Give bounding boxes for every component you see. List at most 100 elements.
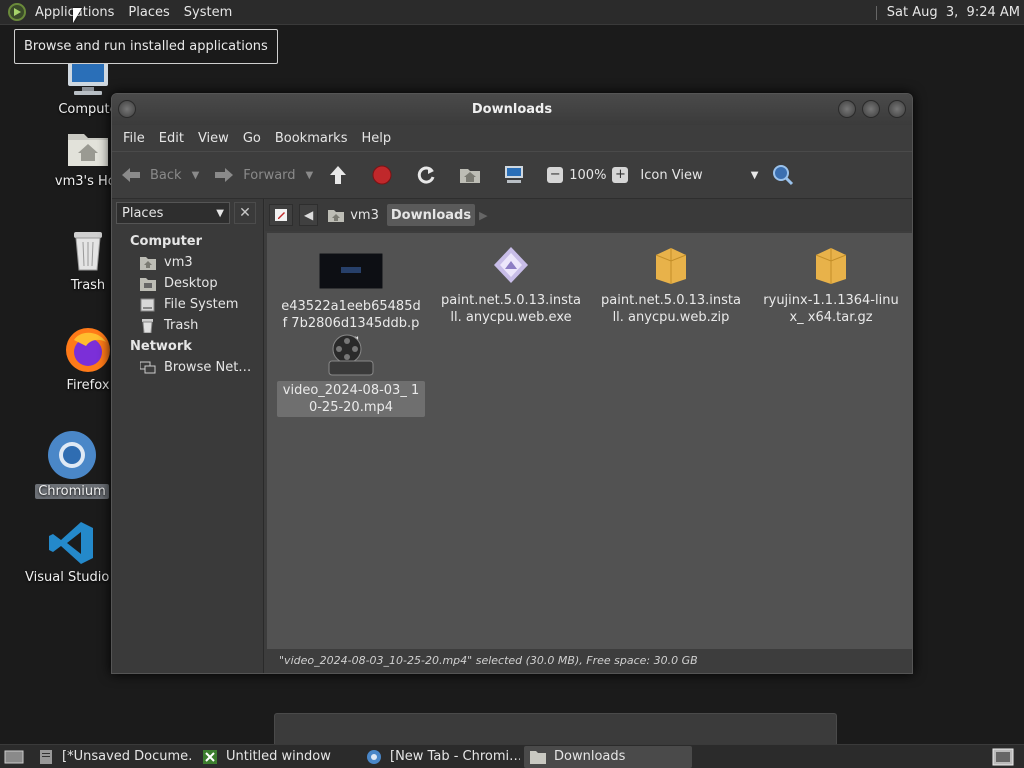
- computer-icon: [64, 58, 112, 98]
- trash-icon: [68, 228, 108, 274]
- menu-edit[interactable]: Edit: [152, 131, 191, 146]
- executable-file-icon: [437, 243, 585, 287]
- sidebar-item-desktop[interactable]: Desktop: [112, 273, 263, 294]
- network-icon: [139, 361, 156, 375]
- edit-pencil-icon: [275, 209, 287, 221]
- desktop-folder-icon: [140, 277, 156, 291]
- view-mode-select[interactable]: Icon View ▼: [640, 168, 758, 183]
- window-menubar: File Edit View Go Bookmarks Help: [112, 125, 912, 151]
- desktop-icon-label: Firefox: [66, 378, 110, 393]
- file-item[interactable]: ryujinx-1.1.1364-linux_ x64.tar.gz: [757, 243, 905, 327]
- file-item-selected[interactable]: video_2024-08-03_ 10-25-20.mp4: [277, 333, 425, 417]
- workspace-switcher[interactable]: [986, 746, 1020, 768]
- file-name: video_2024-08-03_ 10-25-20.mp4: [277, 381, 425, 417]
- sidebar-item-label: Trash: [164, 318, 199, 333]
- zoom-out-icon[interactable]: −: [547, 167, 564, 183]
- reload-button[interactable]: [415, 164, 445, 186]
- stop-icon: [371, 164, 393, 186]
- window-menu-button[interactable]: [118, 100, 136, 118]
- show-desktop-button[interactable]: [0, 746, 28, 768]
- zoom-control: − 100% +: [547, 167, 629, 183]
- task-label: [*Unsaved Docume…: [62, 749, 192, 764]
- path-scroll-left-button[interactable]: ◀: [299, 204, 319, 226]
- sidebar-view-value: Places: [122, 205, 164, 221]
- sidebar-item-label: Desktop: [164, 276, 218, 291]
- sidebar: Places ▼ ✕ Computer vm3 Desktop File Sys…: [112, 199, 264, 673]
- back-history-dropdown-icon[interactable]: ▼: [192, 170, 200, 181]
- sidebar-item-browse-network[interactable]: Browse Net…: [112, 357, 263, 378]
- chromium-icon: [47, 430, 97, 480]
- minimize-button[interactable]: [838, 100, 856, 118]
- home-folder-icon: [64, 128, 112, 170]
- forward-arrow-icon: [213, 164, 235, 186]
- path-bar: ◀ vm3 Downloads ▶: [265, 199, 912, 231]
- computer-icon: [503, 164, 525, 186]
- menu-places[interactable]: Places: [121, 0, 176, 25]
- firefox-icon: [64, 326, 112, 374]
- close-button[interactable]: [888, 100, 906, 118]
- sidebar-header: Places ▼ ✕: [112, 199, 263, 227]
- home-folder-icon: [140, 256, 156, 270]
- forward-button[interactable]: Forward ▼: [213, 164, 313, 186]
- home-button[interactable]: [459, 164, 489, 186]
- file-item[interactable]: paint.net.5.0.13.install. anycpu.web.zip: [597, 243, 745, 327]
- stop-button[interactable]: [371, 164, 401, 186]
- chromium-icon: [367, 749, 381, 764]
- sidebar-item-label: Browse Net…: [164, 360, 252, 375]
- chevron-left-icon: ◀: [304, 208, 314, 222]
- mouse-cursor-icon: [73, 8, 82, 23]
- path-scroll-right-icon[interactable]: ▶: [479, 209, 487, 222]
- desktop-icon-chromium[interactable]: Chromium: [22, 430, 122, 499]
- clock-separator: [875, 5, 877, 20]
- maximize-button[interactable]: [862, 100, 880, 118]
- desktop-icon-vscode[interactable]: Visual Studio Cc: [22, 520, 130, 585]
- sidebar-item-trash[interactable]: Trash: [112, 315, 263, 336]
- computer-button[interactable]: [503, 164, 533, 186]
- reload-icon: [415, 164, 437, 186]
- menu-system[interactable]: System: [177, 0, 239, 25]
- sidebar-close-button[interactable]: ✕: [234, 202, 256, 224]
- sidebar-item-label: File System: [164, 297, 239, 312]
- menu-go[interactable]: Go: [236, 131, 268, 146]
- window-titlebar[interactable]: Downloads: [112, 94, 912, 125]
- clock-area: Sat Aug 3, 9:24 AM: [875, 0, 1020, 25]
- breadcrumb-vm3[interactable]: vm3: [324, 204, 383, 226]
- bottom-shelf-panel: [274, 713, 837, 744]
- sidebar-item-label: vm3: [164, 255, 193, 270]
- menu-view[interactable]: View: [191, 131, 236, 146]
- search-button[interactable]: [772, 164, 802, 186]
- forward-history-dropdown-icon[interactable]: ▼: [306, 170, 314, 181]
- task-unsaved-document[interactable]: [*Unsaved Docume…: [32, 746, 192, 768]
- zoom-in-icon[interactable]: +: [612, 167, 629, 183]
- sidebar-item-vm3[interactable]: vm3: [112, 252, 263, 273]
- breadcrumb-label: vm3: [350, 207, 379, 223]
- task-untitled-window[interactable]: Untitled window: [196, 746, 356, 768]
- top-panel: Applications Places System Sat Aug 3, 9:…: [0, 0, 1024, 25]
- window-title: Downloads: [471, 102, 553, 117]
- breadcrumb-downloads[interactable]: Downloads: [386, 204, 476, 226]
- edit-location-button[interactable]: [269, 204, 293, 226]
- desktop-icon-label: Chromium: [35, 484, 109, 499]
- status-bar: "video_2024-08-03_10-25-20.mp4" selected…: [265, 649, 912, 673]
- task-downloads[interactable]: Downloads: [524, 745, 692, 768]
- app-menu-logo-icon[interactable]: [8, 3, 26, 21]
- desktop-icon-label: Trash: [70, 278, 106, 293]
- file-name: paint.net.5.0.13.install. anycpu.web.exe: [441, 293, 581, 325]
- taskbar: [*Unsaved Docume… Untitled window [New T…: [0, 744, 1024, 768]
- file-icon-view[interactable]: e43522a1eeb65485df 7b2806d1345ddb.png pa…: [267, 233, 912, 649]
- sidebar-view-select[interactable]: Places ▼: [116, 202, 230, 224]
- back-button[interactable]: Back ▼: [120, 164, 199, 186]
- up-button[interactable]: [327, 164, 357, 186]
- sidebar-item-file-system[interactable]: File System: [112, 294, 263, 315]
- file-item[interactable]: paint.net.5.0.13.install. anycpu.web.exe: [437, 243, 585, 327]
- menu-file[interactable]: File: [116, 131, 152, 146]
- menu-bookmarks[interactable]: Bookmarks: [268, 131, 355, 146]
- search-icon: [772, 164, 794, 186]
- drive-icon: [140, 298, 156, 312]
- clock[interactable]: Sat Aug 3, 9:24 AM: [887, 0, 1020, 25]
- menu-help[interactable]: Help: [354, 131, 398, 146]
- trash-icon: [140, 318, 156, 333]
- toolbar: Back ▼ Forward ▼ − 100% + Icon View ▼: [112, 151, 912, 199]
- home-folder-icon: [328, 209, 345, 222]
- task-chromium[interactable]: [New Tab - Chromi…: [360, 746, 520, 768]
